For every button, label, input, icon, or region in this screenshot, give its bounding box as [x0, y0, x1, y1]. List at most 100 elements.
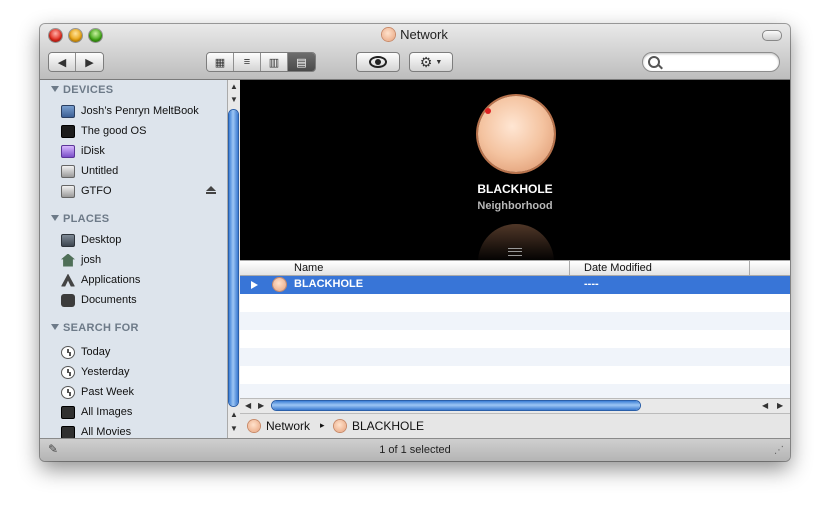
coverflow-view-icon: ▤: [296, 56, 307, 69]
sidebar-item-today[interactable]: Today: [61, 343, 226, 361]
sidebar-item-idisk[interactable]: iDisk: [61, 142, 226, 160]
gear-icon: ⚙: [419, 54, 433, 70]
disclosure-triangle-icon[interactable]: [251, 281, 258, 289]
sidebar-item-yesterday[interactable]: Yesterday: [61, 363, 226, 381]
sidebar-item-gtfo[interactable]: GTFO: [61, 182, 226, 200]
disclosure-triangle-icon: [51, 215, 59, 221]
drive-icon: [61, 184, 75, 198]
network-icon: [382, 28, 396, 41]
places-header[interactable]: PLACES: [51, 213, 109, 225]
sidebar-scroll-thumb[interactable]: [229, 110, 238, 406]
list-row-empty: [240, 348, 790, 366]
back-button[interactable]: ◀: [49, 53, 76, 71]
list-row-empty: [240, 330, 790, 348]
sidebar-item-josh[interactable]: josh: [61, 251, 226, 269]
resize-grip-icon[interactable]: ⋰: [774, 445, 784, 456]
scroll-right-arrow-icon[interactable]: ▶: [258, 401, 264, 410]
coverflow-view-button[interactable]: ▤: [288, 53, 315, 71]
list-row-blackhole[interactable]: BLACKHOLE ----: [240, 276, 790, 294]
titlebar: Network ◀ ▶ ▦ ≡ ▥ ▤ ⚙ ▼: [40, 24, 790, 80]
path-item-blackhole[interactable]: BLACKHOLE: [352, 419, 424, 433]
list-view-button[interactable]: ≡: [234, 53, 261, 71]
scroll-up-arrow-icon[interactable]: ▲: [230, 410, 238, 419]
disk-icon: [61, 124, 75, 138]
sidebar: DEVICES Josh’s Penryn MeltBook The good …: [40, 80, 227, 438]
sidebar-item-documents[interactable]: Documents: [61, 291, 226, 309]
action-button[interactable]: ⚙ ▼: [409, 52, 453, 72]
row-name: BLACKHOLE: [294, 278, 364, 290]
finder-window: Network ◀ ▶ ▦ ≡ ▥ ▤ ⚙ ▼ DEVICES Josh’s P…: [40, 24, 790, 461]
devices-header[interactable]: DEVICES: [51, 84, 113, 96]
icon-reflection: [478, 224, 554, 262]
path-bar: Network ▸ BLACKHOLE: [240, 413, 790, 439]
search-for-header[interactable]: SEARCH FOR: [51, 322, 139, 334]
search-field[interactable]: [642, 52, 780, 72]
chevron-down-icon: ▼: [435, 58, 443, 66]
path-item-network[interactable]: Network: [266, 419, 310, 433]
coverflow-item-name: BLACKHOLE: [477, 182, 553, 196]
toolbar-toggle-button[interactable]: [762, 30, 782, 41]
column-view-button[interactable]: ▥: [261, 53, 288, 71]
sidebar-item-untitled[interactable]: Untitled: [61, 162, 226, 180]
list-row-empty: [240, 312, 790, 330]
sidebar-scrollbar[interactable]: ▲ ▼ ▲ ▼: [227, 80, 240, 438]
row-date: ----: [584, 278, 599, 290]
nav-buttons: ◀ ▶: [48, 52, 104, 72]
sidebar-item-good-os[interactable]: The good OS: [61, 122, 226, 140]
desktop-icon: [61, 233, 75, 247]
resize-grip-icon[interactable]: [508, 248, 522, 256]
home-icon: [61, 253, 75, 267]
column-view-icon: ▥: [268, 56, 280, 69]
disclosure-triangle-icon: [51, 86, 59, 92]
column-divider[interactable]: [569, 261, 570, 275]
images-icon: [61, 405, 75, 419]
clock-icon: [61, 345, 75, 359]
sidebar-item-applications[interactable]: Applications: [61, 271, 226, 289]
eject-icon[interactable]: [206, 186, 216, 194]
network-server-icon: [273, 278, 286, 291]
drive-icon: [61, 164, 75, 178]
horizontal-scroll-thumb[interactable]: [272, 401, 640, 410]
list-view-icon: ≡: [243, 56, 251, 68]
search-input[interactable]: [663, 55, 777, 71]
documents-icon: [61, 293, 75, 307]
icon-view-icon: ▦: [214, 56, 226, 69]
status-text: 1 of 1 selected: [379, 444, 451, 456]
icon-view-button[interactable]: ▦: [207, 53, 234, 71]
search-icon: [648, 56, 660, 68]
back-arrow-icon: ◀: [57, 56, 67, 69]
list-row-empty: [240, 366, 790, 384]
disclosure-triangle-icon: [51, 324, 59, 330]
window-title: Network: [40, 27, 790, 42]
coverflow-item-kind: Neighborhood: [477, 200, 553, 212]
scroll-left-arrow-icon[interactable]: ◀: [245, 401, 251, 410]
column-divider[interactable]: [749, 261, 750, 275]
applications-icon: [61, 273, 75, 287]
sidebar-item-meltbook[interactable]: Josh’s Penryn MeltBook: [61, 102, 226, 120]
scroll-left-arrow-icon[interactable]: ◀: [762, 401, 768, 410]
idisk-icon: [61, 144, 75, 158]
column-header-date[interactable]: Date Modified: [584, 262, 652, 274]
scroll-right-arrow-icon[interactable]: ▶: [777, 401, 783, 410]
scroll-down-arrow-icon[interactable]: ▼: [230, 95, 238, 104]
scroll-down-arrow-icon[interactable]: ▼: [230, 424, 238, 433]
laptop-icon: [61, 104, 75, 118]
horizontal-scrollbar[interactable]: ◀ ▶ ◀ ▶: [240, 398, 790, 413]
forward-button[interactable]: ▶: [76, 53, 103, 71]
column-header-name[interactable]: Name: [294, 262, 323, 274]
sidebar-item-desktop[interactable]: Desktop: [61, 231, 226, 249]
clock-icon: [61, 385, 75, 399]
eye-icon: [369, 56, 387, 68]
scroll-up-arrow-icon[interactable]: ▲: [230, 82, 238, 91]
list-row-empty: [240, 294, 790, 312]
network-icon: [248, 420, 260, 432]
status-bar: ✎ 1 of 1 selected ⋰: [40, 438, 790, 461]
path-separator-icon: ▸: [320, 420, 325, 430]
quicklook-button[interactable]: [356, 52, 400, 72]
sidebar-item-all-images[interactable]: All Images: [61, 403, 226, 421]
network-server-icon: [334, 420, 346, 432]
sidebar-item-all-movies[interactable]: All Movies: [61, 423, 226, 438]
coverflow-pane[interactable]: BLACKHOLE Neighborhood: [240, 80, 790, 262]
file-list: Name Date Modified BLACKHOLE ----: [240, 260, 790, 398]
sidebar-item-past-week[interactable]: Past Week: [61, 383, 226, 401]
